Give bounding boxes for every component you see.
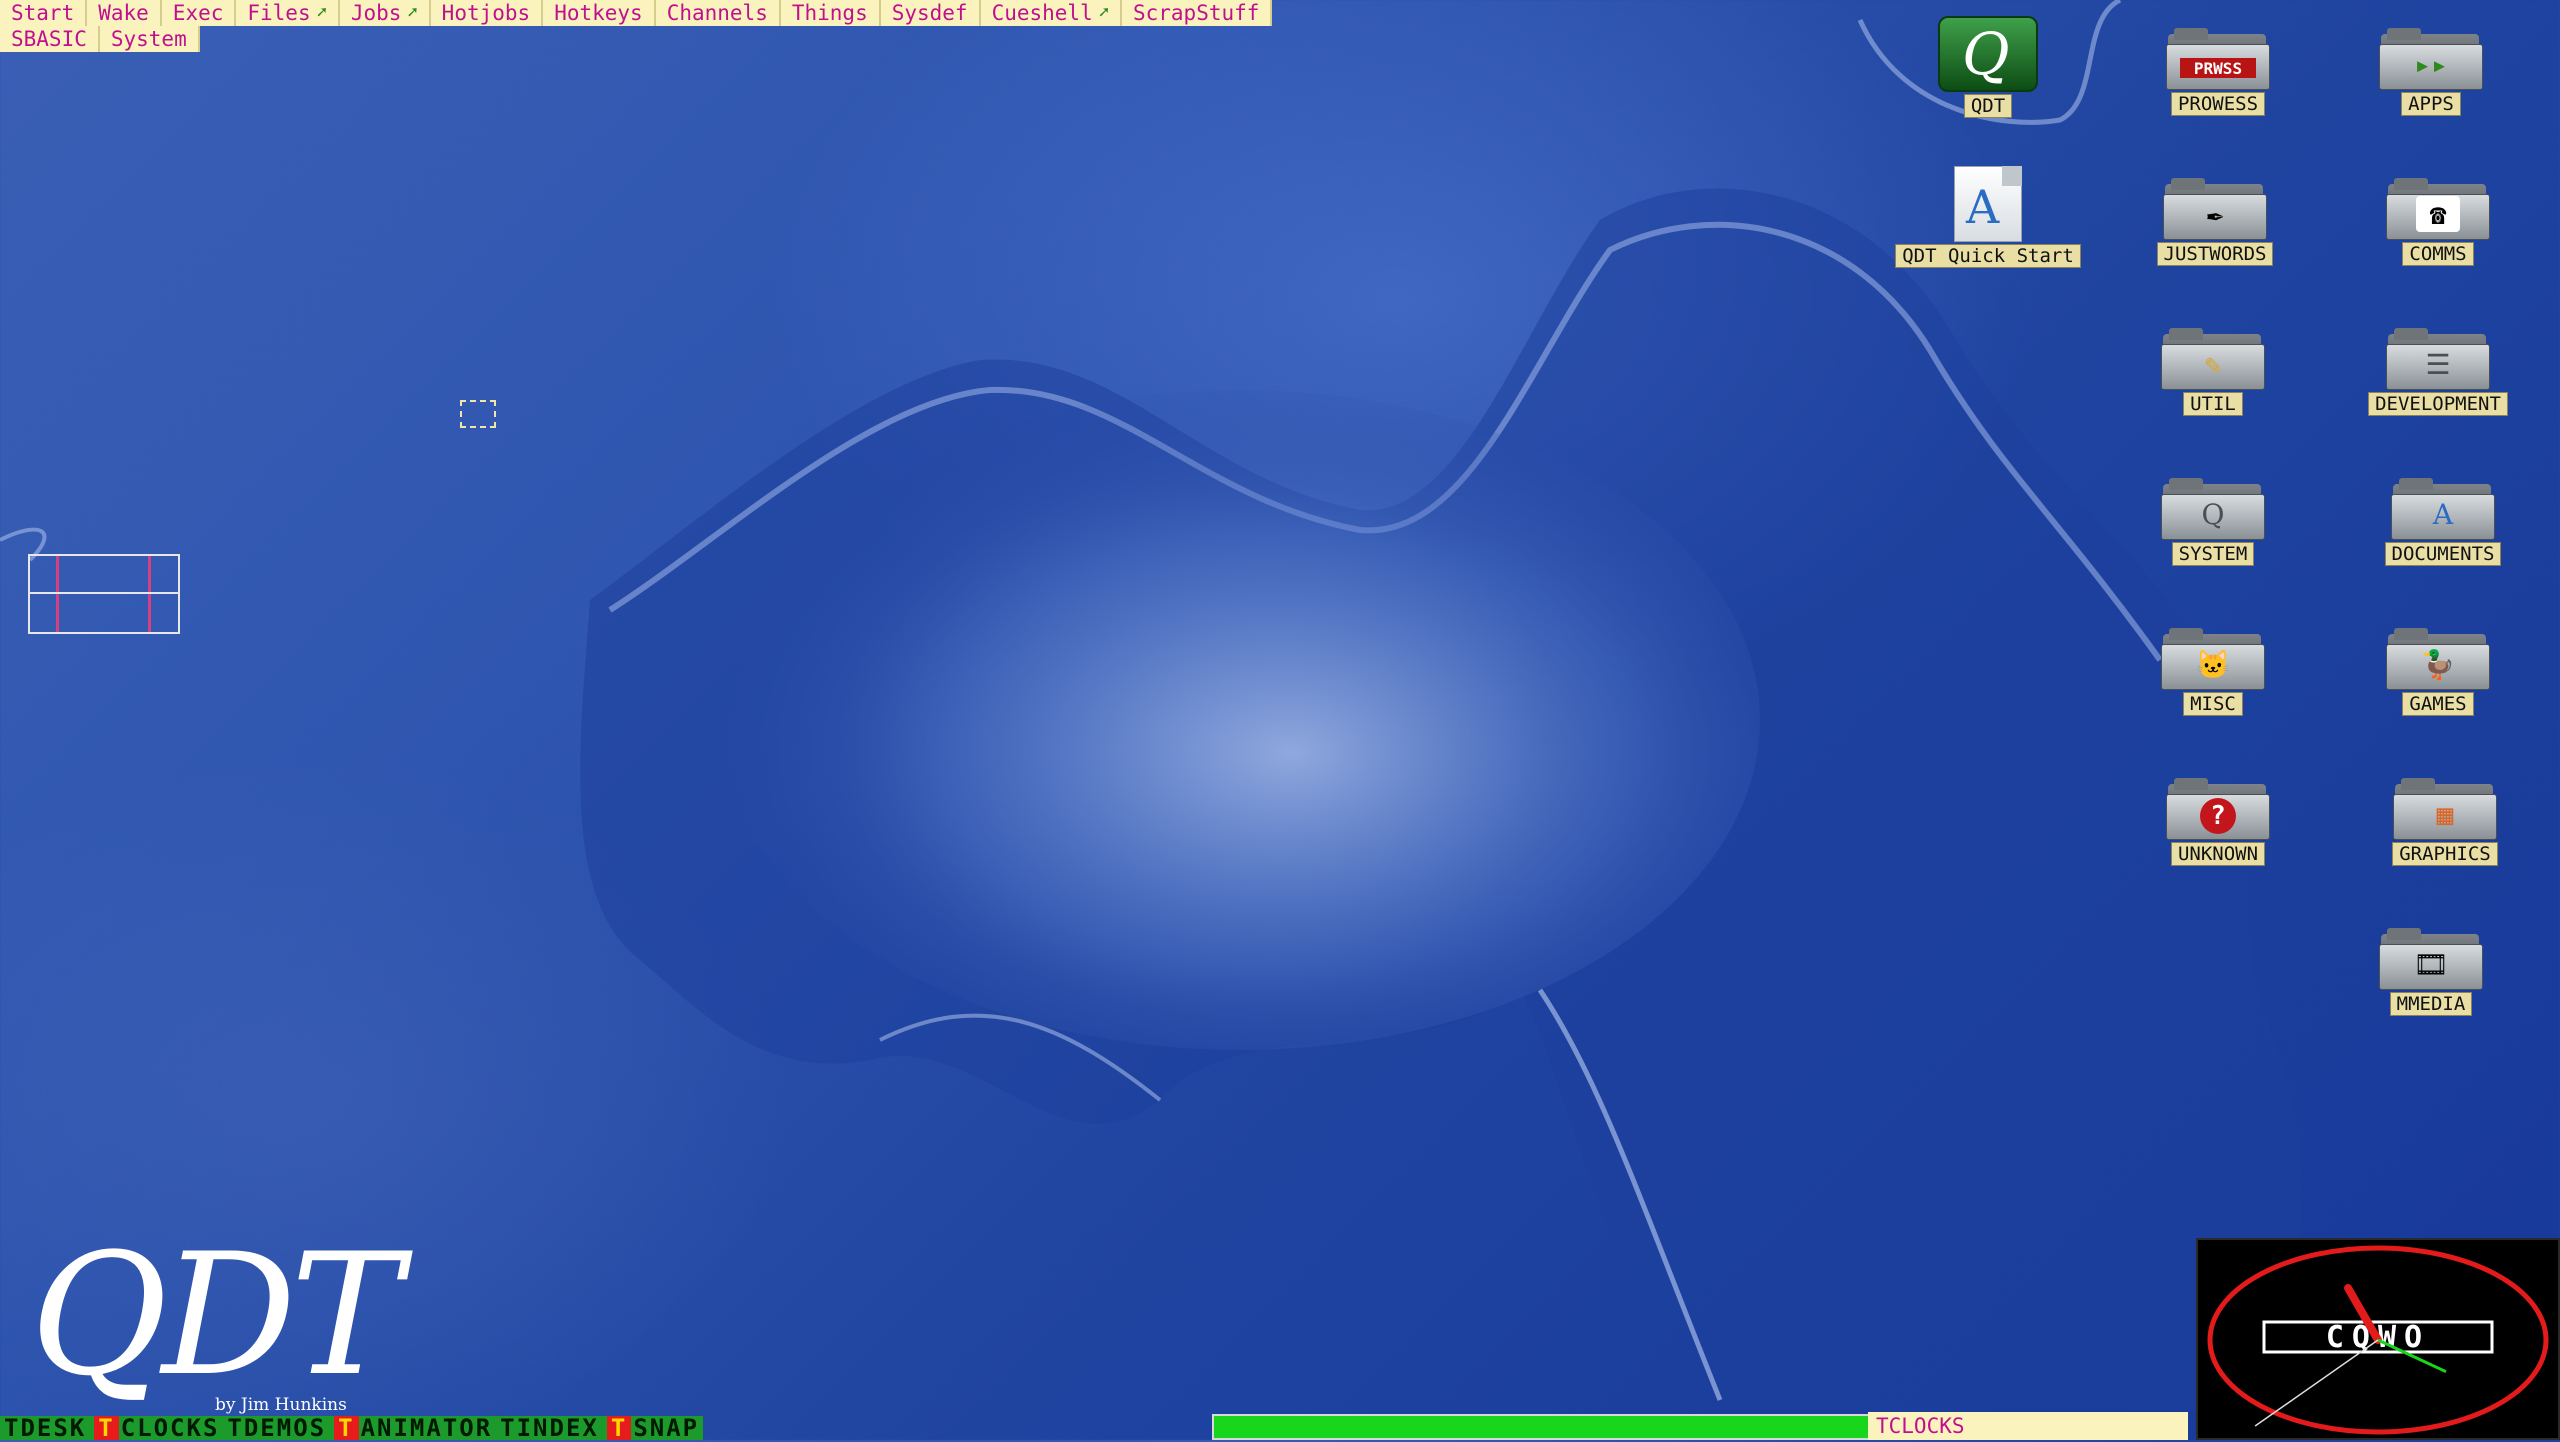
- desktop-icon-unknown[interactable]: ? UNKNOWN: [2123, 778, 2313, 866]
- desktop-icon-graphics[interactable]: ▦ GRAPHICS: [2350, 778, 2540, 866]
- progress-bar: [1212, 1414, 1876, 1440]
- icon-label: MISC: [2183, 692, 2243, 716]
- button-tanimator[interactable]: T ANIMATOR: [330, 1416, 497, 1440]
- folder-icon: ☰: [2386, 328, 2490, 390]
- desktop-icon-comms[interactable]: ☎ COMMS: [2343, 178, 2533, 266]
- window-divider: [56, 556, 59, 632]
- button-tdemos[interactable]: TDEMOS: [223, 1416, 331, 1440]
- desktop-icon-development[interactable]: ☰ DEVELOPMENT: [2343, 328, 2533, 416]
- desktop-icon-misc[interactable]: 🐱 MISC: [2118, 628, 2308, 716]
- desktop-icon-qdt[interactable]: Q QDT: [1893, 16, 2083, 118]
- main-menu-bar: Start Wake Exec Files ➚ Jobs ➚ Hotjobs Hot…: [0, 0, 1273, 26]
- folder-icon: ?: [2166, 778, 2270, 840]
- menu-hotjobs[interactable]: Hotjobs: [431, 0, 544, 26]
- menu-scrapstuff[interactable]: ScrapStuff: [1122, 0, 1273, 26]
- desktop-icon-apps[interactable]: ▸▸ APPS: [2336, 28, 2526, 116]
- folder-icon: ✎: [2161, 328, 2265, 390]
- document-icon: A: [1950, 166, 2026, 242]
- qdt-app-icon: Q: [1938, 16, 2038, 92]
- icon-label: QDT: [1963, 94, 2013, 118]
- menu-start[interactable]: Start: [0, 0, 88, 26]
- folder-icon: ✒: [2163, 178, 2267, 240]
- minimized-window[interactable]: [28, 554, 180, 634]
- menu-wake[interactable]: Wake: [87, 0, 162, 26]
- folder-icon: ☎: [2386, 178, 2490, 240]
- desktop-icon-util[interactable]: ✎ UTIL: [2118, 328, 2308, 416]
- analog-clock: CQWO: [2207, 1245, 2549, 1435]
- icon-label: DOCUMENTS: [2384, 542, 2502, 566]
- folder-icon: 🐱: [2161, 628, 2265, 690]
- button-tindex[interactable]: TINDEX: [496, 1416, 603, 1440]
- desktop-icon-documents[interactable]: A DOCUMENTS: [2348, 478, 2538, 566]
- folder-icon: 🎞: [2379, 928, 2483, 990]
- selection-marker[interactable]: [460, 400, 496, 428]
- clock-window[interactable]: CQWO: [2196, 1238, 2560, 1440]
- folder-icon: Q: [2161, 478, 2265, 540]
- qdt-logo: QDT by Jim Hunkins: [30, 1217, 402, 1415]
- menu-sysdef[interactable]: Sysdef: [881, 0, 981, 26]
- logo-byline: by Jim Hunkins: [215, 1395, 347, 1415]
- menu-sbasic[interactable]: SBASIC: [0, 26, 100, 52]
- window-divider: [30, 592, 178, 594]
- menu-things[interactable]: Things: [781, 0, 881, 26]
- logo-title: QDT: [30, 1217, 402, 1413]
- icon-label: DEVELOPMENT: [2368, 392, 2508, 416]
- icon-label: MMEDIA: [2389, 992, 2473, 1016]
- icon-label: UNKNOWN: [2170, 842, 2266, 866]
- icon-label: GAMES: [2402, 692, 2474, 716]
- desktop-icon-justwords[interactable]: ✒ JUSTWORDS: [2120, 178, 2310, 266]
- submenu-arrow-icon: ➚: [316, 3, 327, 23]
- desktop-icon-qdt-quick-start[interactable]: A QDT Quick Start: [1893, 166, 2083, 268]
- icon-label: JUSTWORDS: [2156, 242, 2274, 266]
- desktop-icon-prowess[interactable]: PRWSS PROWESS: [2123, 28, 2313, 116]
- menu-channels[interactable]: Channels: [656, 0, 781, 26]
- icon-label: UTIL: [2183, 392, 2243, 416]
- desktop-icon-system[interactable]: Q SYSTEM: [2118, 478, 2308, 566]
- window-divider: [148, 556, 151, 632]
- button-tdesk[interactable]: TDESK: [0, 1416, 91, 1440]
- secondary-menu-bar: SBASIC System: [0, 26, 200, 52]
- folder-icon: 🦆: [2386, 628, 2490, 690]
- folder-icon: ▸▸: [2379, 28, 2483, 90]
- icon-label: APPS: [2401, 92, 2461, 116]
- icon-label: QDT Quick Start: [1895, 244, 2081, 268]
- icon-label: SYSTEM: [2171, 542, 2255, 566]
- desktop-icon-games[interactable]: 🦆 GAMES: [2343, 628, 2533, 716]
- menu-files[interactable]: Files ➚: [236, 0, 340, 26]
- menu-jobs[interactable]: Jobs ➚: [340, 0, 431, 26]
- icon-label: GRAPHICS: [2392, 842, 2498, 866]
- desktop-icon-mmedia[interactable]: 🎞 MMEDIA: [2336, 928, 2526, 1016]
- button-tsnap[interactable]: T SNAP: [602, 1416, 704, 1440]
- folder-icon: A: [2391, 478, 2495, 540]
- menu-cueshell[interactable]: Cueshell ➚: [981, 0, 1122, 26]
- button-tclocks[interactable]: T CLOCKS: [90, 1416, 224, 1440]
- tclocks-status[interactable]: TCLOCKS: [1868, 1412, 2188, 1440]
- icon-label: PROWESS: [2170, 92, 2266, 116]
- button-bar: TDESK T CLOCKS TDEMOS T ANIMATOR TINDEX TS…: [0, 1416, 704, 1440]
- menu-hotkeys[interactable]: Hotkeys: [543, 0, 656, 26]
- progress-fill: [1214, 1416, 1874, 1438]
- icon-label: COMMS: [2402, 242, 2474, 266]
- menu-system[interactable]: System: [100, 26, 200, 52]
- submenu-arrow-icon: ➚: [1098, 3, 1109, 23]
- folder-icon: ▦: [2393, 778, 2497, 840]
- folder-icon: PRWSS: [2166, 28, 2270, 90]
- submenu-arrow-icon: ➚: [407, 3, 418, 23]
- menu-exec[interactable]: Exec: [162, 0, 237, 26]
